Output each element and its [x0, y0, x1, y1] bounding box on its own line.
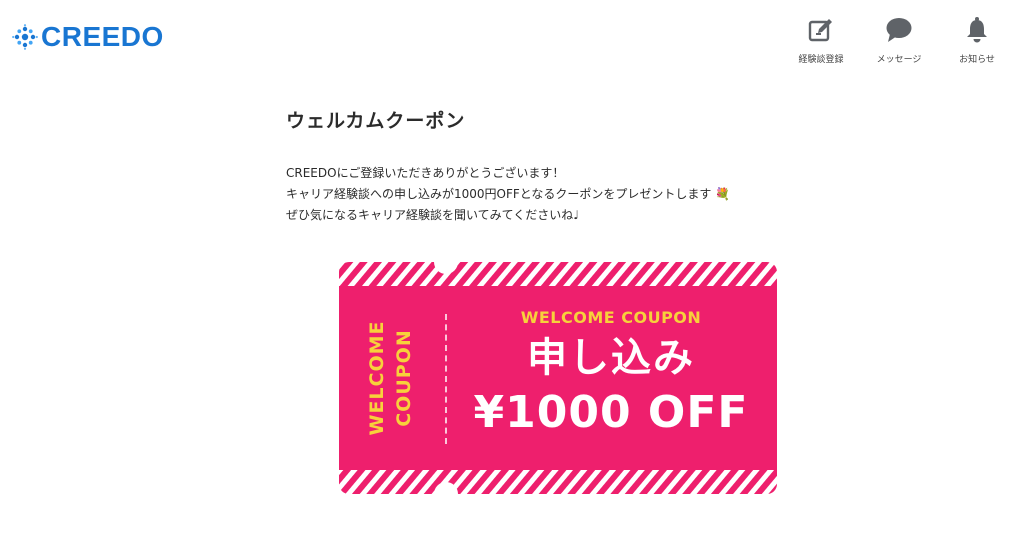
main-content: ウェルカムクーポン CREEDOにご登録いただきありがとうございます！ キャリア… [286, 106, 786, 226]
logo-mark-icon [12, 24, 38, 50]
nav-item-notifications[interactable]: お知らせ [938, 16, 1016, 65]
coupon-title: 申し込み [527, 335, 695, 381]
coupon-divider [445, 314, 447, 444]
edit-icon [808, 19, 832, 42]
app-header: CREEDO 経験談登録 メッセージ お知らせ [0, 0, 1024, 80]
nav-item-messages[interactable]: メッセージ [860, 16, 938, 65]
nav-item-experience-register[interactable]: 経験談登録 [782, 16, 860, 65]
coupon-body: WELCOME COUPON 申し込み ¥1000 OFF [451, 308, 771, 439]
nav-label: お知らせ [959, 55, 995, 65]
message-line: キャリア経験談への申し込みが1000円OFFとなるクーポンをプレゼントします 💐 [286, 187, 731, 201]
page-title: ウェルカムクーポン [286, 110, 466, 132]
coupon-side-label: WELCOME COUPON [346, 310, 436, 446]
coupon-side-line: COUPON [393, 329, 415, 427]
nav-label: 経験談登録 [798, 55, 844, 65]
welcome-message: CREEDOにご登録いただきありがとうございます！ キャリア経験談への申し込みが… [286, 163, 786, 226]
message-line: CREEDOにご登録いただきありがとうございます！ [286, 166, 565, 180]
coupon-side-line: WELCOME [366, 320, 388, 436]
logo-text: CREEDO [41, 21, 164, 52]
message-line: ぜひ気になるキャリア経験談を聞いてみてくださいね♩ [286, 208, 579, 222]
coupon-amount: ¥1000 OFF [473, 387, 749, 438]
welcome-coupon: WELCOME COUPON WELCOME COUPON 申し込み ¥1000… [339, 262, 777, 494]
nav-label: メッセージ [876, 55, 922, 65]
chat-icon [886, 18, 912, 42]
creedo-logo[interactable]: CREEDO [12, 22, 164, 52]
header-nav: 経験談登録 メッセージ お知らせ [782, 16, 1016, 65]
bell-icon [967, 17, 987, 43]
coupon-subtitle: WELCOME COUPON [520, 308, 702, 327]
